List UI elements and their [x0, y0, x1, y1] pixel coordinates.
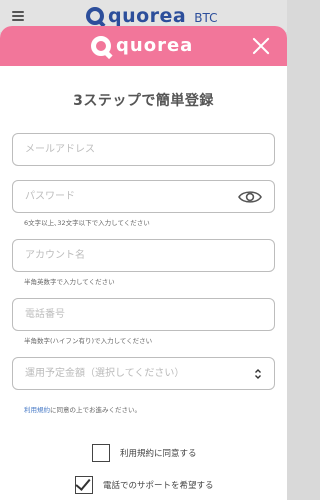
phone-input[interactable] — [25, 299, 225, 330]
terms-note: 利用規約に同意の上でお進みください。 — [24, 404, 141, 414]
background-logo: quorea BTC — [86, 5, 218, 27]
investment-amount-select[interactable]: 運用予定金額（選択してください） — [12, 357, 275, 390]
agree-terms-label: 利用規約に同意する — [120, 449, 197, 459]
phone-field[interactable] — [12, 298, 275, 331]
email-input[interactable] — [25, 134, 225, 165]
terms-link[interactable]: 利用規約 — [24, 406, 50, 414]
email-field[interactable] — [12, 133, 275, 166]
registration-modal: quorea 3ステップで簡単登録 6文字以上､32文字以下で入力してください … — [0, 26, 287, 500]
background-logo-suffix: BTC — [194, 11, 218, 25]
modal-logo: quorea — [91, 35, 193, 56]
phone-hint: 半角数字(ハイフン有り)で入力してください — [24, 337, 153, 345]
password-hint: 6文字以上､32文字以下で入力してください — [24, 219, 150, 227]
phone-support-checkbox[interactable] — [75, 475, 93, 494]
quorea-logo-mark-icon — [86, 7, 104, 25]
account-name-input[interactable] — [25, 240, 225, 271]
account-name-hint: 半角英数字で入力してください — [24, 278, 115, 286]
investment-amount-selected-value: 運用予定金額（選択してください） — [25, 368, 185, 379]
modal-logo-text: quorea — [116, 35, 194, 56]
agree-terms-checkbox[interactable] — [92, 444, 110, 462]
password-field[interactable] — [12, 180, 275, 213]
password-input[interactable] — [25, 181, 225, 212]
agree-terms-row[interactable]: 利用規約に同意する — [92, 444, 197, 462]
close-icon[interactable] — [251, 36, 271, 56]
modal-header: quorea — [0, 26, 287, 66]
terms-note-suffix: に同意の上でお進みください。 — [50, 406, 141, 414]
select-chevron-icon — [255, 369, 261, 379]
hamburger-menu-icon[interactable] — [12, 11, 24, 21]
checkmark-icon — [75, 475, 91, 491]
modal-title: 3ステップで簡単登録 — [73, 93, 214, 109]
account-name-field[interactable] — [12, 239, 275, 272]
background-logo-text: quorea — [108, 5, 187, 27]
eye-icon[interactable] — [238, 189, 262, 205]
phone-support-label: 電話でのサポートを希望する — [103, 481, 214, 491]
quorea-logo-mark-icon — [91, 35, 111, 56]
phone-support-row[interactable]: 電話でのサポートを希望する — [75, 475, 214, 494]
